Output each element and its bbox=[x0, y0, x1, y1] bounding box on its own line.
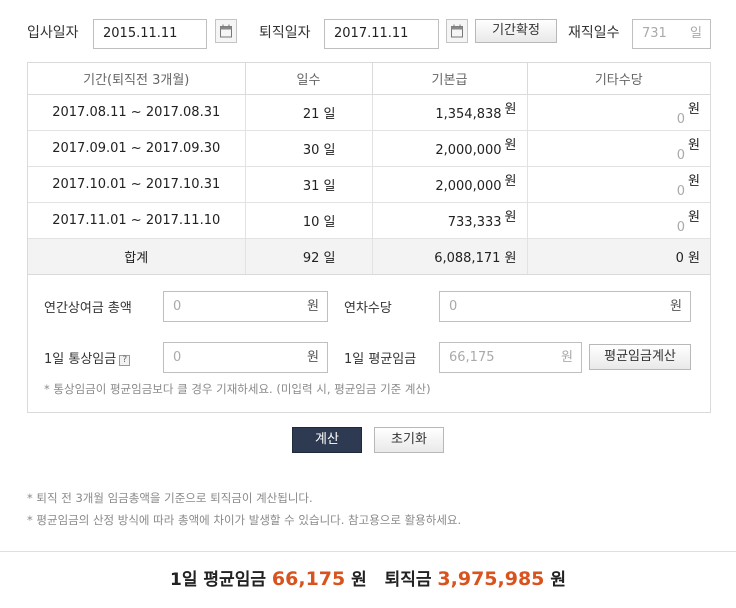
annual-bonus-input[interactable]: 0원 bbox=[163, 291, 328, 322]
tenure-days-unit: 일 bbox=[690, 26, 702, 41]
daily-ordinary-wage-label: 1일 통상임금? bbox=[44, 348, 131, 367]
row-base-pay-input[interactable]: 2,000,000 원 bbox=[372, 130, 528, 167]
table-row: 2017.11.01 ~ 2017.11.10 10 일 733,333 원 0원 bbox=[28, 202, 710, 239]
row-other-input[interactable]: 0원 bbox=[527, 166, 710, 203]
daily-ordinary-wage-input[interactable]: 0원 bbox=[163, 342, 328, 373]
row-base-pay-input[interactable]: 2,000,000 원 bbox=[372, 166, 528, 203]
join-date-input[interactable]: 2015.11.11 bbox=[93, 19, 207, 49]
row-period: 2017.11.01 ~ 2017.11.10 bbox=[28, 202, 246, 239]
header-base-pay: 기본급 bbox=[372, 63, 528, 95]
tenure-days-label: 재직일수 bbox=[568, 25, 620, 41]
annual-leave-input[interactable]: 0원 bbox=[439, 291, 691, 322]
result-severance-label: 퇴직금 bbox=[384, 570, 432, 590]
daily-average-wage-label: 1일 평균임금 bbox=[344, 352, 417, 367]
confirm-period-button[interactable]: 기간확정 bbox=[475, 19, 557, 43]
header-days: 일수 bbox=[245, 63, 373, 95]
row-other-input[interactable]: 0원 bbox=[527, 202, 710, 239]
tenure-days-value: 731 bbox=[642, 26, 667, 41]
result-avg-unit: 원 bbox=[351, 570, 367, 590]
result-severance-unit: 원 bbox=[550, 570, 566, 590]
sum-label: 합계 bbox=[28, 238, 246, 275]
table-header-row: 기간(퇴직전 3개월) 일수 기본급 기타수당 bbox=[28, 63, 710, 95]
sum-days: 92 일 bbox=[245, 238, 373, 275]
wage-panel: 기간(퇴직전 3개월) 일수 기본급 기타수당 2017.08.11 ~ 201… bbox=[27, 62, 711, 413]
annual-leave-label: 연차수당 bbox=[344, 301, 392, 316]
result-summary: 1일 평균임금 66,175 원 퇴직금 3,975,985 원 bbox=[0, 565, 736, 590]
join-date-label: 입사일자 bbox=[27, 25, 79, 41]
leave-date-label: 퇴직일자 bbox=[259, 25, 311, 41]
row-period: 2017.10.01 ~ 2017.10.31 bbox=[28, 166, 246, 203]
tenure-days-field: 731 일 bbox=[632, 19, 711, 49]
result-divider bbox=[0, 551, 736, 552]
help-icon[interactable]: ? bbox=[119, 355, 131, 366]
calendar-icon bbox=[451, 24, 463, 38]
row-base-pay-input[interactable]: 1,354,838 원 bbox=[372, 94, 528, 131]
annual-bonus-label: 연간상여금 총액 bbox=[44, 301, 132, 316]
ordinary-wage-note: * 통상임금이 평균임금보다 클 경우 기재하세요. (미입력 시, 평균임금 … bbox=[44, 382, 431, 396]
footnote-1: * 퇴직 전 3개월 임금총액을 기준으로 퇴직금이 계산됩니다. bbox=[27, 491, 313, 505]
row-base-pay-input[interactable]: 733,333 원 bbox=[372, 202, 528, 239]
table-row: 2017.10.01 ~ 2017.10.31 31 일 2,000,000 원 … bbox=[28, 166, 710, 203]
sum-other: 0 원 bbox=[527, 238, 710, 275]
result-avg-value: 66,175 bbox=[271, 568, 346, 590]
row-other-input[interactable]: 0원 bbox=[527, 130, 710, 167]
leave-date-input[interactable]: 2017.11.11 bbox=[324, 19, 439, 49]
result-avg-label: 1일 평균임금 bbox=[170, 570, 266, 590]
wage-table: 기간(퇴직전 3개월) 일수 기본급 기타수당 2017.08.11 ~ 201… bbox=[28, 63, 710, 275]
date-bar: 입사일자 2015.11.11 퇴직일자 2017.11.11 기간확정 재직일… bbox=[0, 0, 736, 60]
calc-average-wage-button[interactable]: 평균임금계산 bbox=[589, 344, 691, 370]
calendar-icon bbox=[220, 24, 232, 38]
table-row: 2017.09.01 ~ 2017.09.30 30 일 2,000,000 원 … bbox=[28, 130, 710, 167]
row-days: 30 일 bbox=[245, 130, 373, 167]
table-sum-row: 합계 92 일 6,088,171 원 0 원 bbox=[28, 238, 710, 275]
leave-date-calendar-button[interactable] bbox=[446, 19, 468, 43]
result-severance-value: 3,975,985 bbox=[437, 568, 545, 590]
sum-base-pay: 6,088,171 원 bbox=[372, 238, 528, 275]
header-other-allowance: 기타수당 bbox=[527, 63, 710, 95]
reset-button[interactable]: 초기화 bbox=[374, 427, 444, 453]
row-days: 21 일 bbox=[245, 94, 373, 131]
row-period: 2017.09.01 ~ 2017.09.30 bbox=[28, 130, 246, 167]
header-period: 기간(퇴직전 3개월) bbox=[28, 63, 246, 95]
row-other-input[interactable]: 0원 bbox=[527, 94, 710, 131]
row-days: 10 일 bbox=[245, 202, 373, 239]
row-days: 31 일 bbox=[245, 166, 373, 203]
footnote-2: * 평균임금의 산정 방식에 따라 총액에 차이가 발생할 수 있습니다. 참고… bbox=[27, 513, 462, 527]
join-date-calendar-button[interactable] bbox=[215, 19, 237, 43]
daily-average-wage-field: 66,175 원 bbox=[439, 342, 582, 373]
calculate-button[interactable]: 계산 bbox=[292, 427, 362, 453]
table-row: 2017.08.11 ~ 2017.08.31 21 일 1,354,838 원 … bbox=[28, 94, 710, 131]
row-period: 2017.08.11 ~ 2017.08.31 bbox=[28, 94, 246, 131]
